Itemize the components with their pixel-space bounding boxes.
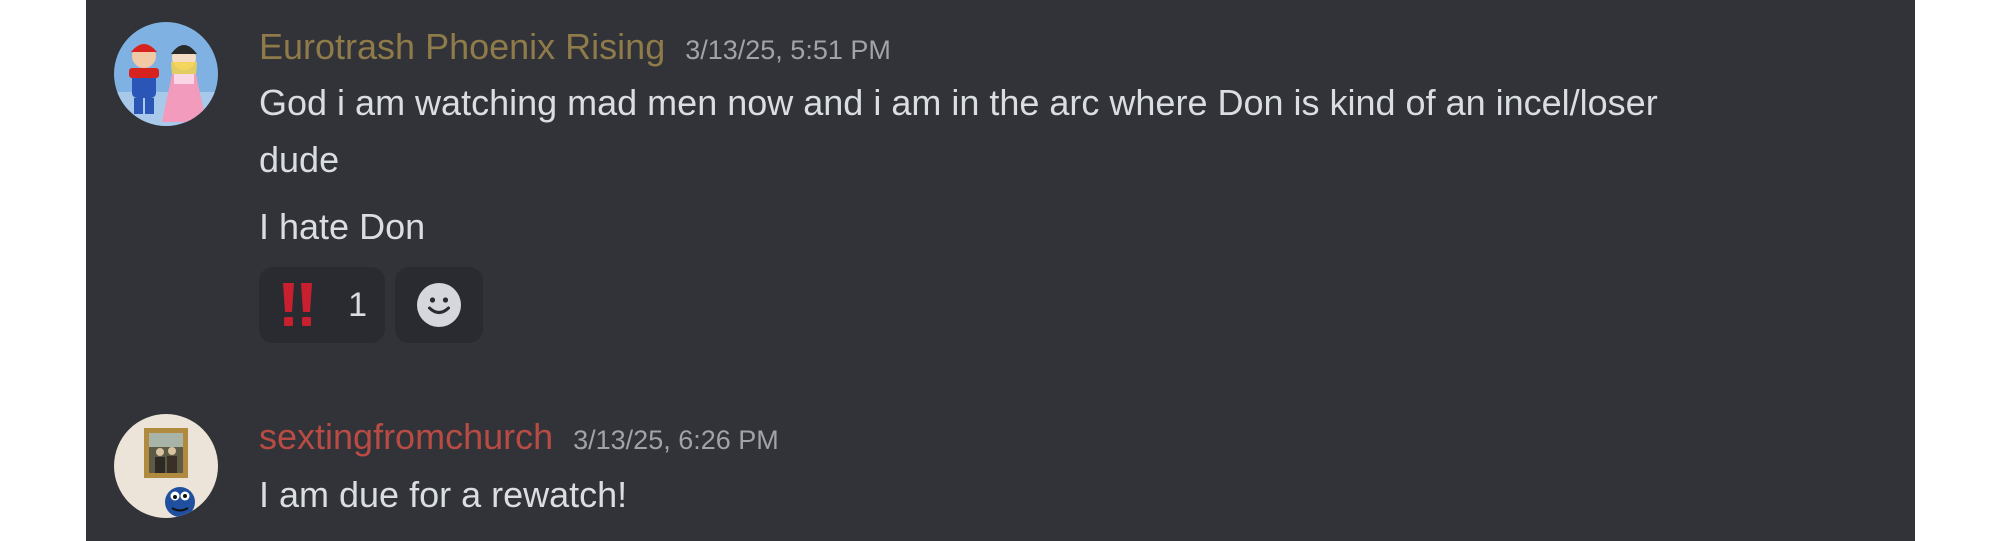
username[interactable]: Eurotrash Phoenix Rising	[259, 26, 665, 68]
reactions-bar: 1	[259, 267, 483, 343]
message-item: sextingfromchurch 3/13/25, 6:26 PM I am …	[86, 390, 1915, 541]
double-exclamation-icon	[283, 283, 312, 326]
message-header: Eurotrash Phoenix Rising 3/13/25, 5:51 P…	[259, 26, 891, 68]
avatar-image	[114, 22, 218, 126]
chat-message-list: Eurotrash Phoenix Rising 3/13/25, 5:51 P…	[86, 0, 1915, 541]
message-text: I am due for a rewatch!	[259, 474, 628, 515]
avatar-image	[114, 414, 218, 518]
add-reaction-smiley-icon	[417, 283, 461, 327]
add-reaction-button[interactable]	[395, 267, 483, 343]
avatar[interactable]	[114, 414, 218, 518]
message-text: I hate Don	[259, 206, 426, 247]
timestamp[interactable]: 3/13/25, 5:51 PM	[685, 35, 891, 66]
reaction-count: 1	[348, 285, 367, 324]
message-header: sextingfromchurch 3/13/25, 6:26 PM	[259, 416, 779, 458]
message-item: Eurotrash Phoenix Rising 3/13/25, 5:51 P…	[86, 0, 1915, 360]
username[interactable]: sextingfromchurch	[259, 416, 553, 458]
message-text: dude	[259, 139, 340, 180]
reaction-double-exclamation[interactable]: 1	[259, 267, 385, 343]
message-text: God i am watching mad men now and i am i…	[259, 82, 1658, 123]
avatar[interactable]	[114, 22, 218, 126]
timestamp[interactable]: 3/13/25, 6:26 PM	[573, 425, 779, 456]
